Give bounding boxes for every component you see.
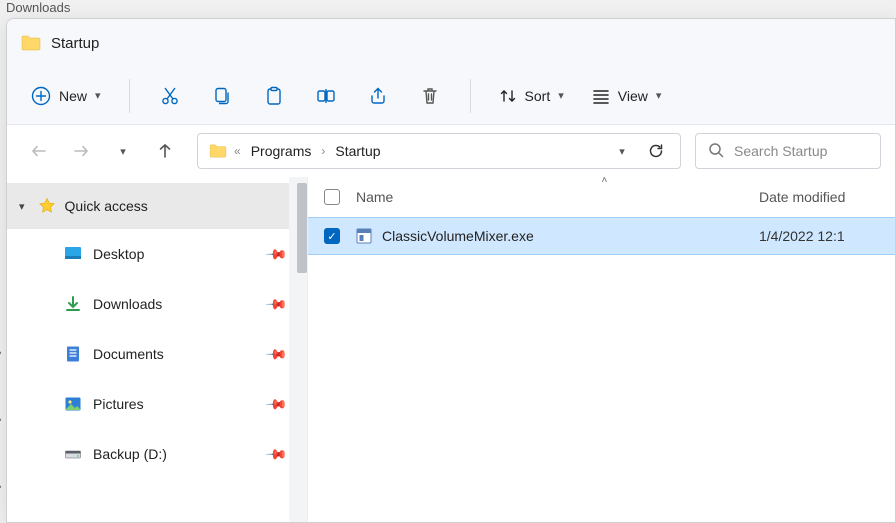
file-list-pane: ˄ Name Date modified ✓ ClassicVolumeMixe… — [307, 177, 895, 522]
sidebar-item-desktop[interactable]: Desktop 📌 — [7, 229, 307, 279]
chevron-right-icon: › — [321, 144, 325, 158]
pin-icon: 📌 — [264, 392, 288, 416]
copy-button[interactable] — [200, 76, 244, 116]
share-button[interactable] — [356, 76, 400, 116]
star-icon — [37, 196, 57, 216]
sidebar-quick-access[interactable]: ▾ Quick access — [7, 183, 307, 229]
desktop-icon — [63, 244, 83, 264]
address-bar[interactable]: « Programs › Startup ▾ — [197, 133, 681, 169]
pictures-icon — [63, 394, 83, 414]
sidebar-item-label: Desktop — [93, 246, 144, 262]
column-name[interactable]: Name — [356, 189, 759, 205]
sidebar-item-pictures[interactable]: Pictures 📌 — [7, 379, 307, 429]
chevron-down-icon: ▾ — [656, 89, 662, 102]
forward-button[interactable] — [69, 139, 93, 163]
chevron-down-icon: ▾ — [19, 200, 25, 213]
new-button[interactable]: New ▾ — [21, 80, 111, 112]
recent-locations-button[interactable]: ▾ — [111, 139, 135, 163]
chevron-down-icon: ▾ — [120, 145, 126, 158]
command-bar: New ▾ Sort ▾ View ▾ — [7, 67, 895, 125]
separator — [129, 79, 130, 113]
sidebar-item-label: Downloads — [93, 296, 162, 312]
sidebar-item-downloads[interactable]: Downloads 📌 — [7, 279, 307, 329]
chevron-down-icon: ▾ — [619, 145, 625, 158]
address-dropdown-button[interactable]: ▾ — [608, 137, 636, 165]
chevron-down-icon: ▾ — [558, 89, 564, 102]
scrollbar-thumb[interactable] — [297, 183, 307, 273]
pin-icon: 📌 — [264, 292, 288, 316]
sidebar-item-label: Backup (D:) — [93, 446, 167, 462]
view-button-label: View — [618, 88, 648, 104]
nav-buttons: ▾ — [21, 139, 183, 163]
navigation-pane: ▾ Quick access Desktop 📌 — [7, 177, 307, 522]
sidebar-item-label: Pictures — [93, 396, 144, 412]
back-button[interactable] — [27, 139, 51, 163]
background-tab-label: Downloads — [0, 0, 896, 15]
scrollbar-track[interactable] — [289, 177, 307, 522]
pin-icon: 📌 — [264, 242, 288, 266]
pin-icon: 📌 — [264, 442, 288, 466]
sidebar-item-label: Documents — [93, 346, 164, 362]
delete-button[interactable] — [408, 76, 452, 116]
content-body: ▾ Quick access Desktop 📌 — [7, 177, 895, 522]
exe-icon — [354, 226, 374, 246]
sidebar-quick-access-label: Quick access — [65, 198, 148, 214]
select-all-checkbox[interactable] — [324, 189, 340, 205]
search-icon — [708, 142, 724, 161]
chevron-down-icon: ▾ — [95, 89, 101, 102]
file-name: ClassicVolumeMixer.exe — [382, 228, 534, 244]
drive-icon — [63, 444, 83, 464]
title-bar: Startup — [7, 19, 895, 67]
sidebar-item-documents[interactable]: Documents 📌 — [7, 329, 307, 379]
file-date: 1/4/2022 12:1 — [759, 228, 879, 244]
up-button[interactable] — [153, 139, 177, 163]
sidebar-item-backup[interactable]: Backup (D:) 📌 — [7, 429, 307, 479]
explorer-window: Startup New ▾ Sort ▾ — [6, 18, 896, 523]
column-date[interactable]: Date modified — [759, 189, 879, 205]
separator — [470, 79, 471, 113]
breadcrumb-parent[interactable]: Programs — [247, 141, 316, 161]
new-button-label: New — [59, 88, 87, 104]
documents-icon — [63, 344, 83, 364]
file-row[interactable]: ✓ ClassicVolumeMixer.exe 1/4/2022 12:1 — [308, 217, 895, 255]
breadcrumb-ellipsis[interactable]: « — [234, 144, 241, 158]
sort-indicator-icon: ˄ — [602, 175, 608, 186]
window-title: Startup — [51, 35, 99, 52]
file-checkbox[interactable]: ✓ — [324, 228, 340, 244]
address-row: ▾ « Programs › Startup ▾ — [7, 125, 895, 177]
breadcrumb-current[interactable]: Startup — [331, 141, 384, 161]
refresh-button[interactable] — [642, 137, 670, 165]
paste-button[interactable] — [252, 76, 296, 116]
cut-button[interactable] — [148, 76, 192, 116]
search-input[interactable] — [734, 143, 868, 159]
sort-button-label: Sort — [525, 88, 551, 104]
search-box[interactable] — [695, 133, 881, 169]
background-edge: ››› — [0, 320, 10, 520]
folder-icon — [21, 35, 41, 51]
folder-icon — [208, 141, 228, 161]
sort-button[interactable]: Sort ▾ — [489, 81, 574, 111]
column-headers: ˄ Name Date modified — [308, 177, 895, 217]
downloads-icon — [63, 294, 83, 314]
rename-button[interactable] — [304, 76, 348, 116]
view-button[interactable]: View ▾ — [582, 81, 672, 111]
pin-icon: 📌 — [264, 342, 288, 366]
